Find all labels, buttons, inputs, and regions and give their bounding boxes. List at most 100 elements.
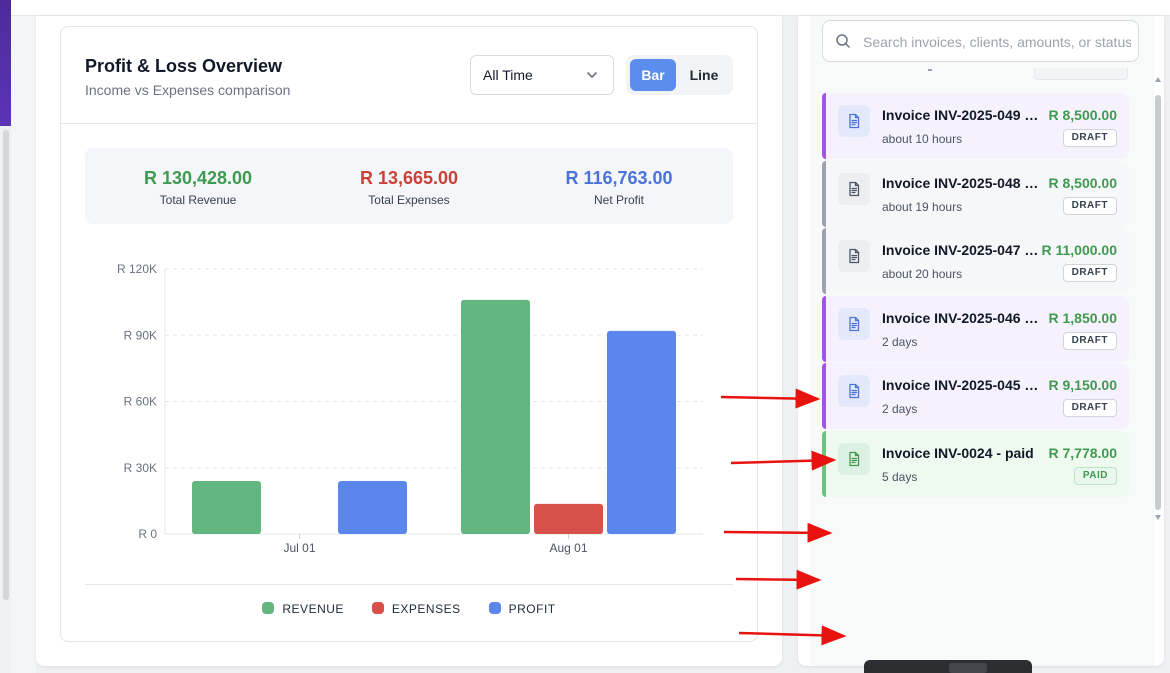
status-badge: DRAFT (1062, 196, 1117, 215)
x-tick-label: Jul 01 (283, 541, 315, 555)
invoice-icon-box (838, 442, 870, 475)
bar-profit (338, 481, 407, 534)
scroll-down-icon[interactable] (1155, 515, 1161, 520)
search-input[interactable]: Search invoices, clients, amounts, or st… (863, 34, 1131, 50)
y-tick-label: R 60K (124, 395, 157, 409)
document-icon (849, 113, 860, 129)
status-accent-bar (822, 160, 826, 227)
left-scrollbar[interactable] (3, 130, 9, 600)
stat-total-expenses: R 13,665.00 Total Expenses (309, 168, 509, 207)
sidebar-edge (0, 0, 11, 126)
status-badge: PAID (1073, 466, 1117, 485)
invoice-list-item[interactable]: Invoice INV-2025-046 - draft R 1,850.00 2 … (822, 295, 1129, 362)
legend-label: EXPENSES (391, 602, 461, 616)
invoice-icon-box (838, 240, 870, 272)
invoice-time: about 10 hours (882, 132, 963, 146)
legend-swatch (262, 602, 275, 614)
bar-view-button[interactable]: Bar (630, 59, 676, 91)
invoice-list-item[interactable]: Invoice INV-2025-047 - draftR 11,000.00 a… (822, 228, 1129, 294)
legend-item[interactable]: EXPENSES (371, 602, 461, 616)
header-divider (61, 123, 757, 124)
search-icon (836, 34, 850, 48)
y-tick-label: R 0 (138, 527, 157, 541)
status-accent-bar (822, 363, 826, 429)
invoice-time: about 19 hours (882, 199, 963, 214)
invoice-list-item[interactable]: Invoice INV-2025-049 - draft R 8,500.00 ab… (822, 93, 1129, 159)
invoice-title: Invoice INV-2025-047 - draft (882, 242, 1042, 258)
clipped-list-item (822, 62, 1129, 80)
left-gutter (11, 16, 36, 673)
document-icon (849, 451, 860, 466)
invoice-amount: R 1,850.00 (1048, 309, 1118, 326)
document-icon (849, 383, 860, 399)
document-icon (849, 248, 860, 264)
stat-label: Total Revenue (159, 193, 237, 207)
invoice-title: Invoice INV-2025-049 - draft (882, 107, 1042, 123)
y-tick-label: R 90K (124, 328, 157, 342)
invoice-amount: R 8,500.00 (1048, 174, 1118, 191)
top-bar (0, 0, 1170, 16)
invoice-amount: R 11,000.00 (1041, 242, 1117, 258)
bar-revenue (461, 299, 530, 534)
status-accent-bar (822, 228, 826, 294)
status-badge: DRAFT (1062, 264, 1117, 282)
stat-label: Total Expenses (368, 193, 450, 207)
document-icon (849, 181, 860, 196)
legend-divider (85, 584, 733, 585)
bar-revenue (192, 481, 261, 534)
invoice-title: Invoice INV-0024 - paid (882, 444, 1034, 461)
invoice-time: about 20 hours (882, 267, 963, 281)
scroll-up-icon[interactable] (1155, 77, 1161, 82)
status-badge: DRAFT (1062, 129, 1117, 147)
stat-net-profit: R 116,763.00 Net Profit (519, 168, 719, 207)
x-tick-label: Aug 01 (549, 541, 587, 555)
invoice-list-item[interactable]: Invoice INV-2025-048 - draft R 8,500.00 ab… (822, 160, 1129, 227)
legend-label: PROFIT (508, 602, 556, 616)
stat-label: Net Profit (593, 193, 644, 207)
line-view-button[interactable]: Line (678, 59, 730, 91)
status-badge: DRAFT (1062, 399, 1117, 417)
profit-loss-card: Profit & Loss Overview Income vs Expense… (60, 26, 758, 642)
chart-legend: REVENUE EXPENSES PROFIT (61, 602, 757, 616)
document-icon (849, 316, 860, 331)
invoice-icon-box (838, 105, 870, 137)
invoice-time: 2 days (882, 402, 918, 416)
legend-swatch (488, 602, 501, 614)
bar-expenses (534, 503, 603, 534)
invoice-search[interactable]: Search invoices, clients, amounts, or st… (822, 20, 1139, 62)
stat-value: R 116,763.00 (565, 168, 673, 188)
scrollbar-thumb[interactable] (1155, 95, 1161, 510)
profit-loss-chart: R 0 R 30K R 60K R 90K R 120K Jul 01 Aug 01 (117, 262, 703, 555)
period-select-value: All Time (483, 67, 533, 83)
status-accent-bar (822, 295, 826, 362)
invoice-list-item[interactable]: Invoice INV-0024 - paid R 7,778.00 5 days P… (822, 430, 1129, 497)
invoice-title: Invoice INV-2025-046 - draft (882, 309, 1042, 326)
y-tick-label: R 120K (117, 262, 157, 276)
status-badge: DRAFT (1062, 331, 1117, 350)
invoice-time: 2 days (882, 334, 918, 349)
period-select[interactable]: All Time (470, 55, 614, 95)
chart-view-toggle: Bar Line (626, 55, 733, 95)
invoice-title: Invoice INV-2025-048 - draft (882, 174, 1042, 191)
bottom-toolbar[interactable] (864, 660, 1032, 673)
invoice-title: Invoice INV-2025-045 - draft (882, 377, 1042, 393)
invoice-amount: R 9,150.00 (1048, 377, 1118, 393)
invoice-icon-box (838, 307, 870, 340)
legend-item[interactable]: REVENUE (262, 602, 344, 616)
invoice-list-scrollbar[interactable] (1154, 75, 1162, 520)
card-title: Profit & Loss Overview (85, 56, 283, 76)
stat-value: R 130,428.00 (143, 168, 253, 188)
stat-total-revenue: R 130,428.00 Total Revenue (98, 168, 298, 207)
stat-value: R 13,665.00 (359, 168, 459, 188)
bar-profit (607, 330, 676, 534)
legend-item[interactable]: PROFIT (488, 602, 556, 616)
y-tick-label: R 30K (124, 461, 157, 475)
invoice-list-item[interactable]: Invoice INV-2025-045 - draft R 9,150.00 2 … (822, 363, 1129, 429)
legend-swatch (371, 602, 384, 614)
invoice-icon-box (838, 172, 870, 205)
chevron-down-icon (587, 72, 597, 78)
invoice-amount: R 7,778.00 (1048, 444, 1118, 461)
invoice-icon-box (838, 375, 870, 407)
card-subtitle: Income vs Expenses comparison (85, 82, 291, 98)
status-accent-bar (822, 93, 826, 159)
